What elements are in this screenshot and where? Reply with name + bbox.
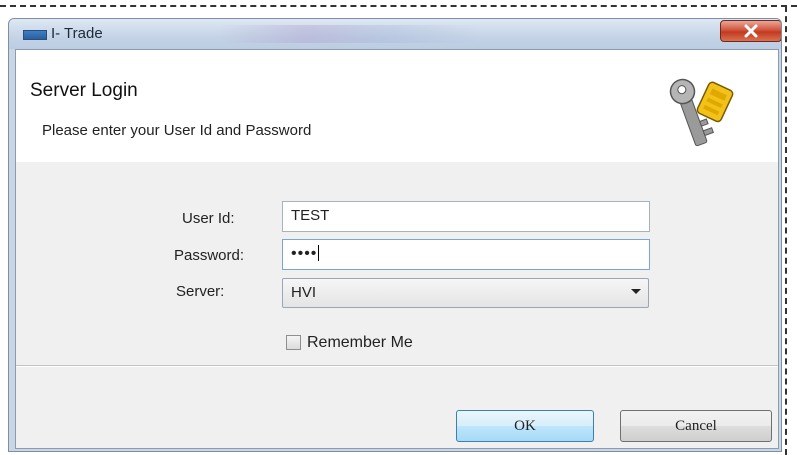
- screenshot-border-right: [785, 6, 787, 455]
- remember-me-checkbox[interactable]: [286, 335, 301, 350]
- dialog-heading: Server Login: [30, 80, 138, 101]
- server-dropdown[interactable]: HVI: [282, 278, 649, 308]
- window-title: I- Trade: [51, 25, 103, 42]
- keys-icon: [669, 78, 734, 147]
- title-bar[interactable]: I- Trade: [9, 19, 781, 49]
- remember-me-label[interactable]: Remember Me: [307, 334, 413, 352]
- password-input[interactable]: ••••: [282, 239, 650, 270]
- dialog-client-area: Server Login Please enter your User Id a…: [15, 49, 779, 449]
- server-selected-value: HVI: [291, 284, 317, 301]
- screenshot-border-top: [0, 5, 797, 7]
- title-bar-background: [219, 25, 479, 43]
- text-cursor: [318, 245, 320, 261]
- user-id-label: User Id:: [182, 210, 235, 227]
- user-id-input[interactable]: TEST: [282, 201, 650, 232]
- close-icon: [744, 24, 758, 38]
- dialog-instructions: Please enter your User Id and Password: [42, 122, 312, 139]
- cancel-button[interactable]: Cancel: [620, 410, 772, 442]
- ok-button[interactable]: OK: [456, 410, 594, 442]
- login-dialog-window: I- Trade Server Login Please enter your …: [8, 18, 782, 452]
- header-panel: Server Login Please enter your User Id a…: [16, 50, 778, 162]
- server-label: Server:: [176, 283, 225, 300]
- password-label: Password:: [174, 247, 245, 264]
- chevron-down-icon: [631, 289, 641, 294]
- app-icon: [23, 30, 47, 40]
- close-button[interactable]: [720, 20, 781, 42]
- button-separator: [16, 365, 778, 367]
- password-masked-value: ••••: [291, 245, 318, 262]
